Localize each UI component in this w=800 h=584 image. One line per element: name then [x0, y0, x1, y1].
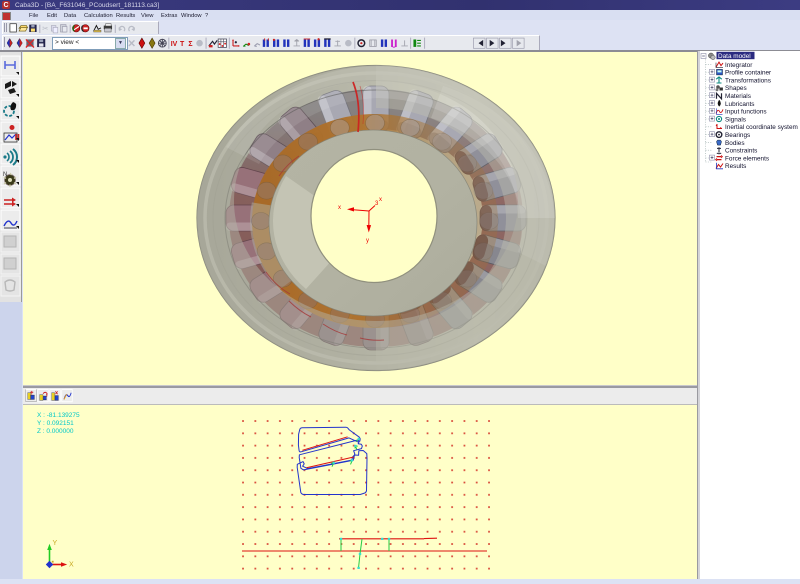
- svg-text:Shapes: Shapes: [725, 85, 747, 92]
- svg-text:Lubricants: Lubricants: [725, 101, 755, 108]
- svg-text:Data model: Data model: [718, 53, 751, 60]
- svg-text:Signals: Signals: [725, 116, 746, 123]
- svg-text:Y : 0.092151: Y : 0.092151: [37, 420, 74, 427]
- svg-text:X : -81.139275: X : -81.139275: [37, 412, 80, 419]
- svg-text:IV: IV: [171, 40, 178, 47]
- svg-text:Integrator: Integrator: [725, 62, 753, 69]
- svg-text:Bearings: Bearings: [725, 132, 750, 139]
- svg-text:Results: Results: [725, 163, 746, 170]
- svg-text:x: x: [338, 205, 341, 211]
- svg-text:Materials: Materials: [725, 93, 751, 100]
- svg-text:Bodies: Bodies: [725, 140, 745, 147]
- svg-text:✂: ✂: [42, 24, 48, 33]
- svg-text:Transformations: Transformations: [725, 77, 771, 84]
- svg-text:y: y: [366, 238, 369, 244]
- svg-text:Inertial coordinate system: Inertial coordinate system: [725, 124, 798, 131]
- svg-text:Profile container: Profile container: [725, 70, 772, 77]
- svg-text:Constraints: Constraints: [725, 148, 757, 155]
- svg-text:x: x: [379, 197, 382, 203]
- svg-text:Y: Y: [53, 540, 58, 547]
- svg-text:T: T: [180, 40, 185, 47]
- svg-text:Σ: Σ: [188, 40, 192, 47]
- svg-text:N: N: [3, 172, 7, 178]
- svg-text:Input functions: Input functions: [725, 109, 767, 116]
- svg-text:Force elements: Force elements: [725, 155, 769, 162]
- svg-text:Z : 0.000000: Z : 0.000000: [37, 428, 74, 435]
- svg-text:X: X: [69, 562, 74, 569]
